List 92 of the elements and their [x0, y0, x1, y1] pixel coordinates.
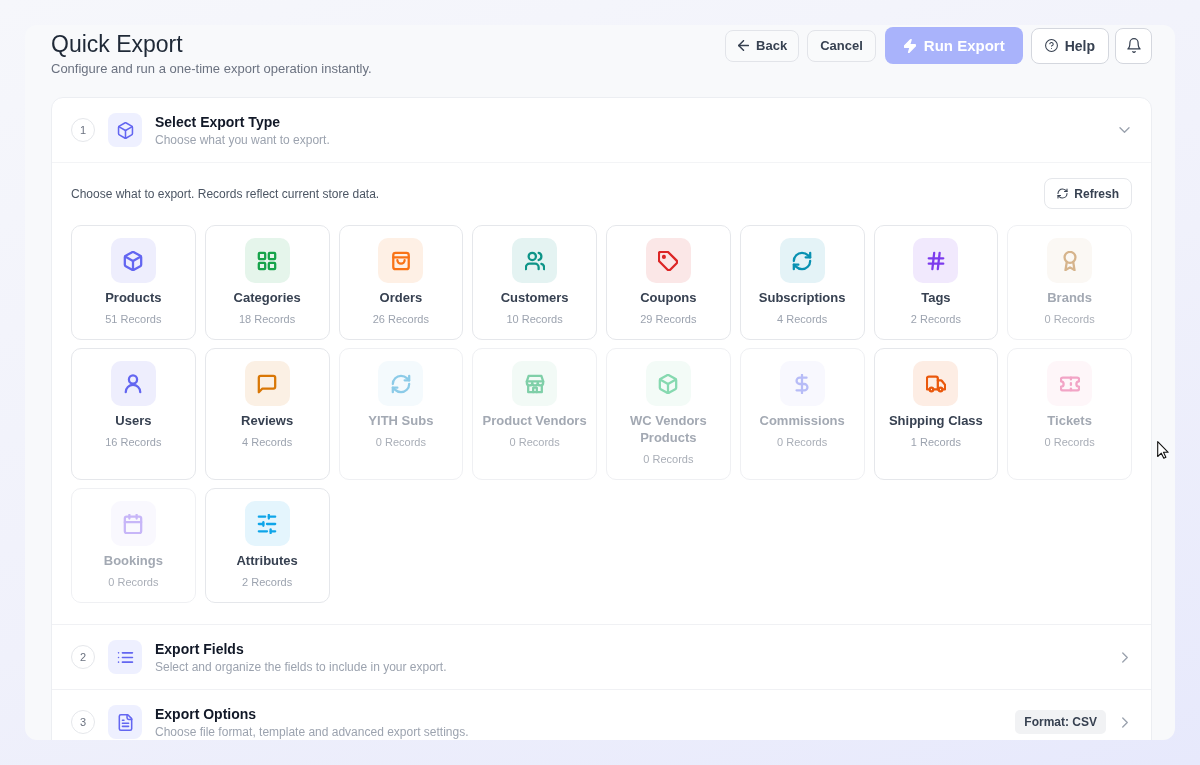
sliders-icon: [244, 501, 290, 546]
record-count: 26 Records: [372, 312, 429, 327]
section-subtitle: Select and organize the fields to include in your export.: [155, 658, 448, 675]
cube-icon: [645, 361, 691, 406]
export-type-card[interactable]: Coupons 29 Records: [606, 225, 731, 340]
users-icon: [512, 238, 558, 283]
export-type-name: Attributes: [236, 552, 298, 569]
dollar-icon: [779, 361, 825, 406]
export-type-card[interactable]: Products 51 Records: [71, 225, 196, 340]
export-type-name: Categories: [233, 289, 301, 306]
export-type-name: YITH Subs: [368, 412, 434, 429]
export-type-card[interactable]: Reviews 4 Records: [204, 348, 330, 480]
export-type-name: Tags: [921, 289, 951, 306]
format-tag: Format: CSV: [1015, 710, 1106, 734]
award-icon: [1047, 238, 1093, 283]
section-title: Select Export Type: [155, 112, 281, 131]
refresh-icon: [378, 361, 424, 406]
help-button[interactable]: Help: [1030, 27, 1109, 64]
export-type-card[interactable]: Shipping Class 1 Records: [873, 348, 999, 480]
record-count: 0 Records: [777, 435, 828, 450]
record-count: 0 Records: [108, 575, 159, 590]
export-type-card[interactable]: Categories 18 Records: [204, 225, 330, 340]
export-type-name: Product Vendors: [482, 412, 587, 429]
record-count: 51 Records: [105, 312, 162, 327]
cube-icon: [108, 113, 142, 147]
hash-icon: [913, 238, 959, 283]
section-title: Export Options: [155, 704, 258, 723]
export-type-card[interactable]: Attributes 2 Records: [204, 488, 330, 603]
record-count: 18 Records: [239, 312, 296, 327]
ticket-icon: [1047, 361, 1093, 406]
record-count: 29 Records: [640, 312, 697, 327]
export-type-name: Products: [105, 289, 162, 306]
store-icon: [512, 361, 558, 406]
message-icon: [244, 361, 290, 406]
calendar-icon: [110, 501, 156, 546]
export-type-name: Reviews: [241, 412, 294, 429]
tag-icon: [645, 238, 691, 283]
export-type-card[interactable]: Users 16 Records: [71, 348, 196, 480]
export-type-name: Coupons: [640, 289, 697, 306]
record-count: 10 Records: [506, 312, 563, 327]
export-type-name: Customers: [500, 289, 569, 306]
chevron-right-icon[interactable]: [1122, 651, 1128, 663]
help-icon: [1044, 39, 1058, 52]
record-count: 0 Records: [1044, 312, 1095, 327]
user-icon: [110, 361, 156, 406]
export-type-card[interactable]: Customers 10 Records: [472, 225, 597, 340]
export-type-name: Orders: [379, 289, 423, 306]
cube-icon: [110, 238, 156, 283]
refresh-icon: [1057, 188, 1069, 199]
lightning-icon: [903, 38, 916, 53]
truck-icon: [913, 361, 959, 406]
export-type-name: Users: [115, 412, 152, 429]
record-count: 4 Records: [242, 435, 293, 450]
refresh-button[interactable]: Refresh: [1044, 178, 1132, 209]
shopping-bag-icon: [378, 238, 424, 283]
record-count: 0 Records: [375, 435, 426, 450]
record-count: 2 Records: [910, 312, 961, 327]
notifications-button[interactable]: [1115, 27, 1152, 64]
document-icon: [108, 705, 142, 739]
back-button[interactable]: Back: [725, 29, 800, 62]
export-type-name: Tickets: [1047, 412, 1092, 429]
export-type-name: Shipping Class: [888, 412, 983, 429]
arrow-left-icon: [738, 40, 750, 51]
grid-icon: [244, 238, 290, 283]
export-type-name: WC Vendors Products: [629, 412, 708, 446]
record-count: 0 Records: [643, 452, 694, 467]
list-icon: [108, 640, 142, 674]
section-title: Export Fields: [155, 639, 245, 658]
export-type-name: Commissions: [759, 412, 845, 429]
export-type-name: Subscriptions: [758, 289, 846, 306]
cursor-icon: [1157, 441, 1169, 459]
page-subtitle: Configure and run a one-time export operation instantly.: [51, 60, 372, 77]
refresh-icon: [779, 238, 825, 283]
record-count: 0 Records: [509, 435, 560, 450]
export-type-card[interactable]: Subscriptions 4 Records: [739, 225, 865, 340]
page-title: Quick Export: [51, 30, 184, 58]
record-count: 2 Records: [242, 575, 293, 590]
bell-icon: [1126, 38, 1141, 53]
export-type-name: Brands: [1047, 289, 1092, 306]
record-count: 4 Records: [777, 312, 828, 327]
export-type-name: Bookings: [103, 552, 163, 569]
chevron-down-icon[interactable]: [1119, 127, 1130, 133]
export-type-card[interactable]: Tags 2 Records: [873, 225, 999, 340]
section-subtitle: Choose what you want to export.: [155, 131, 331, 148]
record-count: 0 Records: [1044, 435, 1095, 450]
section-subtitle: Choose file format, template and advanced export settings.: [155, 723, 470, 740]
record-count: 1 Records: [910, 435, 961, 450]
cancel-button[interactable]: Cancel: [807, 29, 876, 62]
intro-text: Choose what to export. Records reflect current store data.: [71, 186, 380, 201]
record-count: 16 Records: [105, 435, 162, 450]
export-type-card[interactable]: Orders 26 Records: [338, 225, 464, 340]
chevron-right-icon[interactable]: [1122, 716, 1128, 728]
